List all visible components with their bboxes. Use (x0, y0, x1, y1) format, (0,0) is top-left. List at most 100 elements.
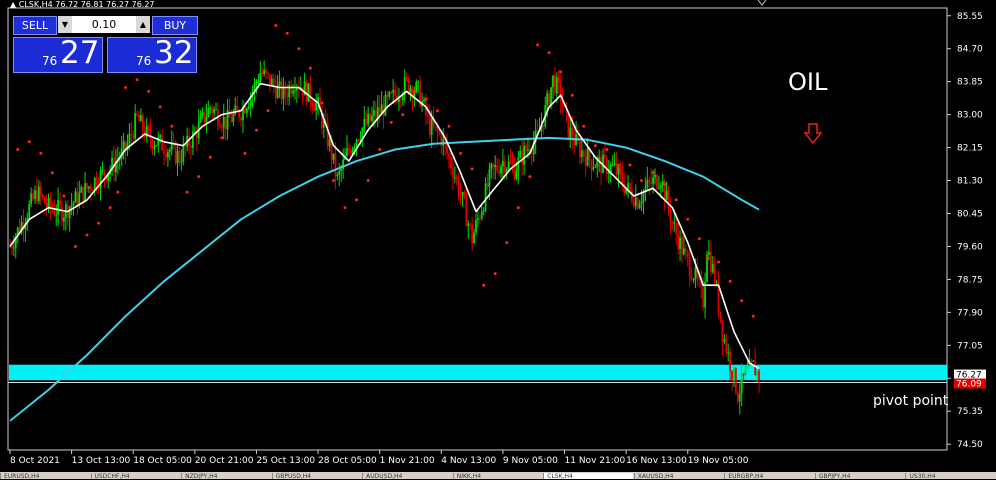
x-tick-label: 28 Oct 05:00 (318, 456, 377, 466)
bull-candle (592, 167, 595, 170)
bull-candle (307, 83, 310, 102)
bear-candle (450, 157, 452, 169)
bull-candle (201, 112, 204, 117)
bear-candle (469, 223, 472, 226)
bear-candle (579, 141, 581, 158)
collapse-arrow-icon[interactable]: ▲ (10, 0, 16, 9)
bear-candle (709, 251, 712, 273)
symbol-tab[interactable]: GBPJPY,H4 (814, 473, 905, 480)
bear-candle (236, 105, 239, 110)
bear-candle (713, 264, 716, 283)
bear-candle (492, 163, 495, 168)
bull-candle (182, 145, 185, 162)
bull-candle (47, 197, 50, 207)
bull-candle (30, 193, 33, 205)
bull-candle (692, 279, 695, 281)
bull-candle (332, 153, 335, 160)
bull-candle (476, 218, 479, 221)
bear-candle (521, 151, 524, 165)
sar-dot (705, 256, 709, 260)
bear-candle (59, 200, 61, 206)
bull-candle (733, 368, 735, 380)
bear-candle (648, 179, 651, 182)
bull-candle (746, 366, 749, 368)
bear-candle (605, 158, 608, 174)
bear-candle (702, 285, 705, 308)
lot-size-input[interactable]: ▼ 0.10 ▲ (58, 16, 150, 33)
bull-candle (467, 223, 470, 226)
symbol-tab[interactable]: NZDJPY,H4 (181, 473, 271, 480)
bull-candle (367, 113, 370, 125)
bull-candle (384, 94, 387, 116)
bull-candle (380, 104, 383, 113)
bull-candle (34, 190, 36, 199)
bear-candle (95, 177, 98, 188)
sar-dot (728, 279, 732, 283)
bear-candle (686, 251, 689, 257)
bear-candle (471, 225, 474, 244)
sar-dot (208, 155, 212, 159)
lot-increase-icon[interactable]: ▲ (136, 16, 150, 33)
symbol-tab[interactable]: XAUUSD,H4 (633, 473, 724, 480)
bear-candle (511, 163, 514, 165)
buy-button[interactable]: BUY (152, 16, 198, 35)
bear-candle (573, 139, 576, 145)
bear-candle (267, 72, 269, 75)
bull-candle (659, 184, 662, 188)
bull-candle (292, 91, 294, 94)
x-tick-label: 11 Nov 21:00 (565, 456, 626, 466)
bear-candle (190, 146, 192, 148)
bull-candle (84, 183, 86, 202)
bear-candle (604, 154, 606, 159)
lot-decrease-icon[interactable]: ▼ (58, 16, 72, 33)
bull-candle (68, 206, 71, 219)
symbol-tab[interactable]: EURUSD,H4 (0, 473, 90, 480)
sell-button[interactable]: SELL (13, 16, 57, 35)
bull-candle (723, 339, 726, 342)
symbol-tab[interactable]: CLSK,H4 (543, 473, 633, 480)
bear-candle (438, 132, 441, 135)
y-tick-label: 83.00 (957, 111, 983, 121)
bear-candle (684, 248, 687, 252)
bull-candle (209, 107, 212, 109)
sar-dot (185, 190, 189, 194)
bear-candle (45, 203, 48, 207)
symbol-tab[interactable]: AUDUSD,H4 (362, 473, 452, 480)
bull-candle (519, 151, 522, 158)
sar-dot (628, 163, 632, 167)
bid-price-box[interactable]: 76 27 (13, 35, 103, 73)
bear-candle (224, 116, 227, 130)
bear-candle (228, 110, 231, 118)
bull-candle (711, 264, 714, 273)
bull-candle (168, 150, 171, 152)
bear-candle (498, 170, 500, 174)
bull-candle (388, 92, 391, 97)
bear-candle (530, 153, 533, 155)
sar-dot (663, 182, 667, 186)
fast-moving-average-line (9, 82, 760, 370)
symbol-tab[interactable]: GBPUSD,H4 (271, 473, 362, 480)
bear-candle (754, 360, 757, 376)
symbol-tab[interactable]: USDCHF,H4 (90, 473, 181, 480)
bear-candle (675, 222, 678, 234)
y-tick-label: 78.75 (957, 275, 983, 285)
sar-dot (16, 148, 20, 152)
bear-candle (729, 352, 732, 372)
symbol-tab[interactable]: NIKK,H4 (452, 473, 543, 480)
sar-dot (50, 171, 54, 175)
bull-candle (128, 133, 131, 144)
bull-candle (523, 145, 525, 165)
sar-dot (62, 194, 66, 198)
symbol-tab[interactable]: EURGBP,H4 (724, 473, 814, 480)
ask-price-box[interactable]: 76 32 (107, 35, 197, 73)
bull-candle (255, 82, 258, 84)
bear-candle (742, 373, 745, 376)
bear-candle (138, 114, 140, 122)
symbol-tab[interactable]: US30,H4 (905, 473, 995, 480)
bear-candle (590, 159, 593, 170)
sar-dot (254, 128, 258, 132)
sar-dot (378, 148, 382, 152)
bull-candle (245, 108, 248, 114)
sar-dot (605, 148, 609, 152)
bear-candle (600, 157, 603, 173)
